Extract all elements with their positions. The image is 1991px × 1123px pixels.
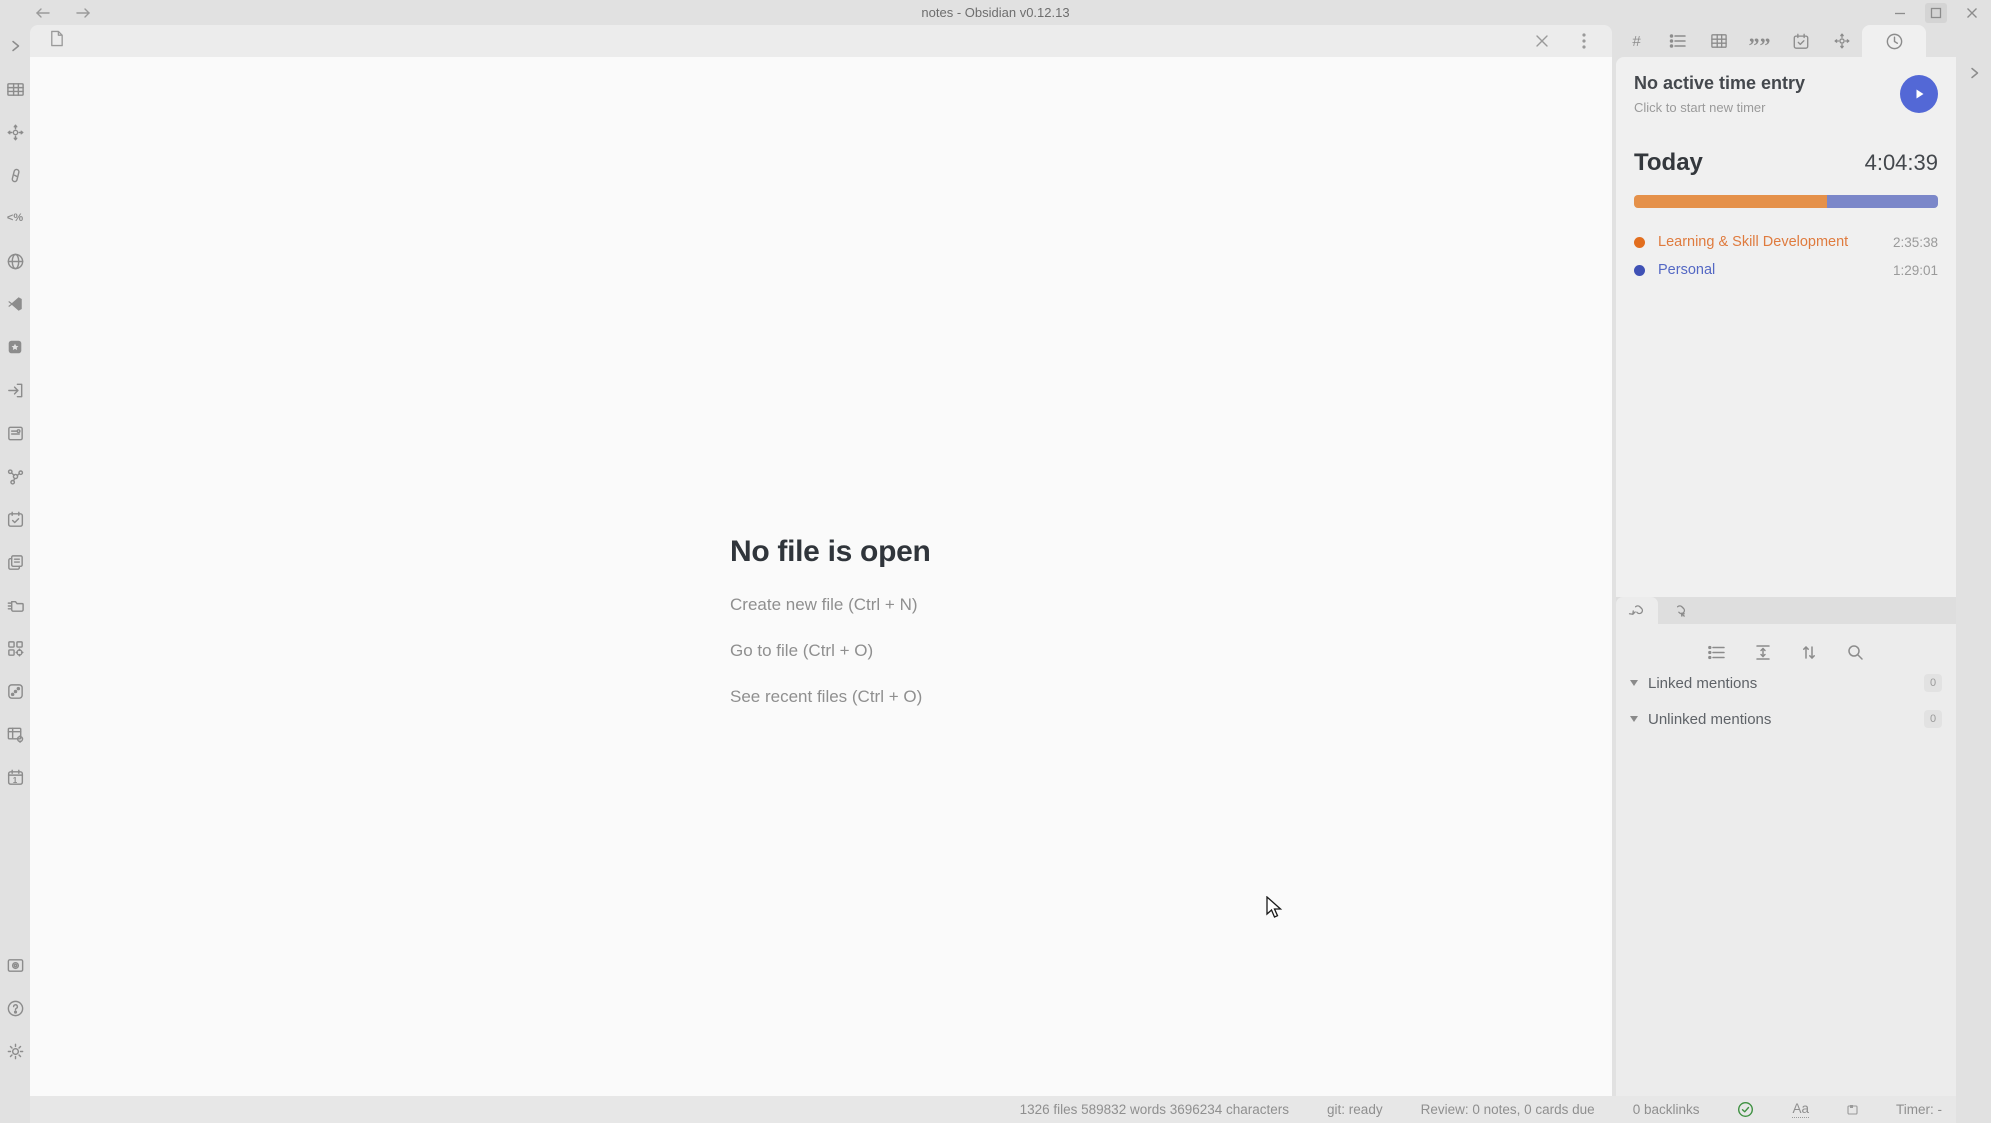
go-to-file-link[interactable]: Go to file (Ctrl + O)	[730, 641, 1150, 661]
expand-left-sidebar-icon[interactable]	[4, 35, 26, 57]
tab-outgoing-links-icon[interactable]	[1658, 597, 1700, 624]
sign-in-icon[interactable]	[4, 379, 26, 401]
collapse-triangle-icon	[1630, 716, 1638, 722]
editor-empty-area: No file is open Create new file (Ctrl + …	[30, 57, 1612, 1096]
tab-graph-expand-icon[interactable]	[1821, 25, 1862, 57]
today-summary: Today 4:04:39 Learning & Skill Developme…	[1616, 129, 1956, 284]
collapse-right-sidebar-icon[interactable]	[1964, 63, 1984, 83]
today-progress-bar	[1634, 195, 1938, 208]
folder-switcher-icon[interactable]	[4, 594, 26, 616]
calendar-check-icon[interactable]	[4, 508, 26, 530]
right-sidebar-tabs: # ””	[1616, 25, 1956, 57]
empty-state-title: No file is open	[730, 535, 1150, 569]
right-edge-strip	[1956, 25, 1991, 1123]
tab-table-icon[interactable]	[1698, 25, 1739, 57]
graph-expand-icon[interactable]	[4, 121, 26, 143]
timer-status-item[interactable]: Timer: -	[1896, 1102, 1942, 1117]
backlinks-count[interactable]: 0 backlinks	[1633, 1102, 1700, 1117]
tab-outline-icon[interactable]	[1657, 25, 1698, 57]
clip-capsule-icon[interactable]	[4, 164, 26, 186]
main-pane: No file is open Create new file (Ctrl + …	[30, 25, 1612, 1096]
git-status[interactable]: git: ready	[1327, 1102, 1383, 1117]
timer-status-text: No active time entry	[1634, 73, 1938, 94]
start-timer-button[interactable]	[1900, 75, 1938, 113]
linked-mentions-section[interactable]: Linked mentions 0	[1630, 668, 1942, 698]
sort-order-icon[interactable]	[1799, 642, 1819, 662]
today-label: Today	[1634, 149, 1703, 177]
templater-icon[interactable]: <%	[4, 207, 26, 229]
tab-calendar-check-icon[interactable]	[1780, 25, 1821, 57]
file-stats: 1326 files 589832 words 3696234 characte…	[1020, 1102, 1289, 1117]
note-composer-icon[interactable]	[4, 422, 26, 444]
blocks-settings-icon[interactable]	[4, 637, 26, 659]
entry-label-learning[interactable]: Learning & Skill Development	[1658, 234, 1848, 250]
settings-gear-icon[interactable]	[4, 1040, 26, 1062]
table-view-icon[interactable]	[4, 78, 26, 100]
status-bar: 1326 files 589832 words 3696234 characte…	[30, 1096, 1956, 1123]
random-note-dice-icon[interactable]	[4, 680, 26, 702]
help-icon[interactable]	[4, 997, 26, 1019]
entry-time-learning: 2:35:38	[1893, 235, 1938, 250]
font-toggle[interactable]: Aa	[1792, 1101, 1809, 1118]
tab-tags-icon[interactable]: #	[1616, 25, 1657, 57]
left-ribbon: <%	[0, 25, 30, 1123]
backlinks-toolbar	[1616, 624, 1956, 662]
entry-label-personal[interactable]: Personal	[1658, 262, 1715, 278]
collapse-triangle-icon	[1630, 680, 1638, 686]
more-options-icon[interactable]	[1574, 31, 1594, 51]
backlinks-tabs	[1616, 597, 1956, 624]
review-status[interactable]: Review: 0 notes, 0 cards due	[1421, 1102, 1595, 1117]
timer-entry-row[interactable]: Learning & Skill Development 2:35:38	[1634, 228, 1938, 256]
unlinked-mentions-count: 0	[1924, 710, 1942, 728]
graph-network-icon[interactable]	[4, 465, 26, 487]
list-view-icon[interactable]	[1707, 642, 1727, 662]
progress-segment-learning	[1634, 195, 1827, 208]
sync-check-icon[interactable]	[1737, 1101, 1754, 1118]
unlinked-mentions-label: Unlinked mentions	[1648, 711, 1771, 728]
entry-time-personal: 1:29:01	[1893, 263, 1938, 278]
note-header	[30, 25, 1612, 57]
vscode-icon[interactable]	[4, 293, 26, 315]
globe-icon[interactable]	[4, 250, 26, 272]
minimize-button[interactable]	[1889, 3, 1911, 23]
timer-entry-row[interactable]: Personal 1:29:01	[1634, 256, 1938, 284]
linked-mentions-label: Linked mentions	[1648, 675, 1757, 692]
close-window-button[interactable]	[1961, 3, 1983, 23]
backlinks-body: Linked mentions 0 Unlinked mentions 0	[1616, 624, 1956, 1096]
daily-note-day-label: 1	[13, 776, 17, 785]
create-new-file-link[interactable]: Create new file (Ctrl + N)	[730, 595, 1150, 615]
table-settings-icon[interactable]	[4, 723, 26, 745]
timer-panel: No active time entry Click to start new …	[1616, 57, 1956, 1096]
file-icon	[48, 29, 65, 53]
see-recent-files-link[interactable]: See recent files (Ctrl + O)	[730, 687, 1150, 707]
backlinks-pane: Linked mentions 0 Unlinked mentions 0	[1616, 597, 1956, 1096]
tab-timer-icon[interactable]	[1862, 25, 1926, 57]
screenshot-icon[interactable]	[4, 954, 26, 976]
pane-layout-icon[interactable]	[1847, 1104, 1858, 1115]
copy-notes-icon[interactable]	[4, 551, 26, 573]
timer-hint-text: Click to start new timer	[1634, 100, 1938, 115]
close-pane-icon[interactable]	[1532, 31, 1552, 51]
expand-collapse-icon[interactable]	[1753, 642, 1773, 662]
window-title: notes - Obsidian v0.12.13	[0, 5, 1991, 20]
right-sidebar: # ”” No active time entry Click to start…	[1616, 25, 1956, 1096]
entry-dot-learning	[1634, 237, 1645, 248]
obsidian-app: notes - Obsidian v0.12.13 <%	[0, 0, 1991, 1123]
starred-notes-icon[interactable]	[4, 336, 26, 358]
daily-note-calendar-icon[interactable]: 1	[4, 766, 26, 788]
today-total-time: 4:04:39	[1865, 150, 1938, 176]
search-icon[interactable]	[1845, 642, 1865, 662]
linked-mentions-count: 0	[1924, 674, 1942, 692]
unlinked-mentions-section[interactable]: Unlinked mentions 0	[1630, 704, 1942, 734]
tab-quotes-icon[interactable]: ””	[1739, 25, 1780, 57]
title-bar: notes - Obsidian v0.12.13	[0, 0, 1991, 25]
entry-dot-personal	[1634, 265, 1645, 276]
tab-backlinks-icon[interactable]	[1616, 597, 1658, 624]
progress-segment-personal	[1827, 195, 1938, 208]
maximize-button[interactable]	[1925, 3, 1947, 23]
timer-header: No active time entry Click to start new …	[1616, 57, 1956, 129]
